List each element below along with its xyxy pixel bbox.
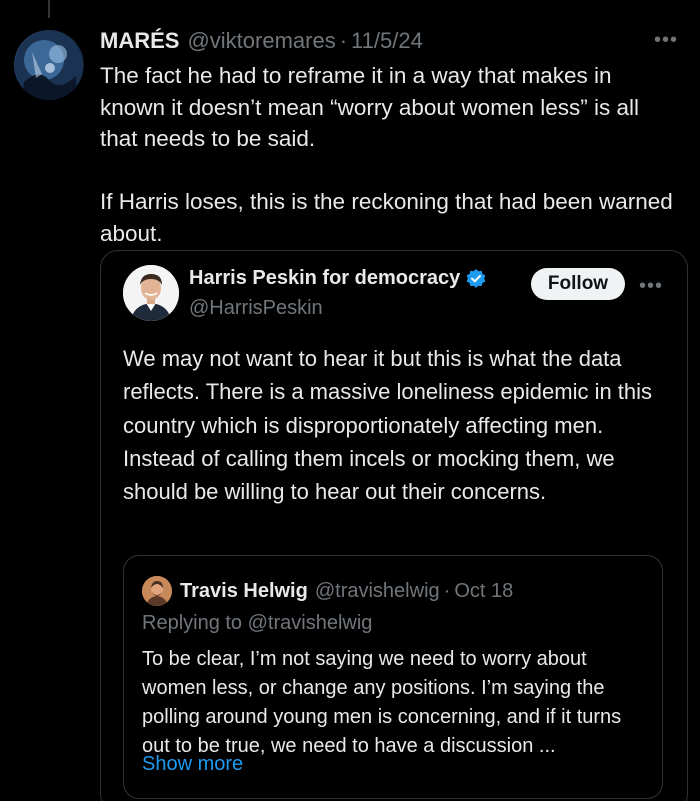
quoted-tweet-card[interactable]: Harris Peskin for democracy @HarrisPeski… (100, 250, 688, 801)
quoted-author-handle[interactable]: @HarrisPeskin (189, 297, 323, 320)
nested-tweet-text: To be clear, I’m not saying we need to w… (142, 648, 622, 757)
tweet-text: The fact he had to reframe it in a way t… (100, 60, 680, 249)
portrait-avatar-icon (123, 265, 179, 321)
tweet-paragraph: The fact he had to reframe it in a way t… (100, 63, 639, 151)
header-separator: · (339, 28, 348, 53)
replying-prefix: Replying to (142, 612, 243, 634)
nested-author-handle[interactable]: @travishelwig (315, 580, 440, 603)
author-name[interactable]: MARÉS (100, 28, 179, 54)
tweet-header: MARÉS @viktoremares · 11/5/24 (100, 26, 680, 56)
follow-button[interactable]: Follow (531, 268, 625, 300)
author-handle[interactable]: @viktoremares (187, 28, 335, 54)
nested-quoted-tweet-card[interactable]: Travis Helwig @travishelwig · Oct 18 Rep… (123, 555, 663, 799)
nested-author-avatar[interactable] (142, 576, 172, 606)
quoted-more-options-icon[interactable]: ••• (639, 276, 663, 296)
quoted-author-name[interactable]: Harris Peskin for democracy (189, 267, 460, 290)
verified-badge-icon (466, 268, 486, 288)
nested-header-separator: · (443, 579, 451, 602)
quoted-author-avatar[interactable] (123, 265, 179, 321)
nested-author-name[interactable]: Travis Helwig (180, 580, 308, 603)
thread-connector-line (48, 0, 50, 18)
nested-tweet-date[interactable]: Oct 18 (454, 580, 513, 603)
quoted-author-row: Harris Peskin for democracy (189, 267, 487, 290)
replying-mention-link[interactable]: @travishelwig (248, 612, 373, 634)
portrait-avatar-icon (142, 576, 172, 606)
show-more-link[interactable]: Show more (142, 753, 243, 776)
more-options-icon[interactable]: ••• (654, 30, 678, 50)
tweet-paragraph: If Harris loses, this is the reckoning t… (100, 189, 673, 246)
quoted-tweet-text: We may not want to hear it but this is w… (123, 346, 653, 505)
tweet-screen: MARÉS @viktoremares · 11/5/24 ••• The fa… (0, 0, 700, 801)
author-avatar[interactable] (14, 30, 84, 100)
replying-to-line: Replying to @travishelwig (142, 612, 372, 635)
avatar-artwork-icon (15, 31, 83, 100)
nested-author-row: Travis Helwig @travishelwig · Oct 18 (180, 576, 513, 606)
tweet-date[interactable]: 11/5/24 (351, 28, 423, 54)
